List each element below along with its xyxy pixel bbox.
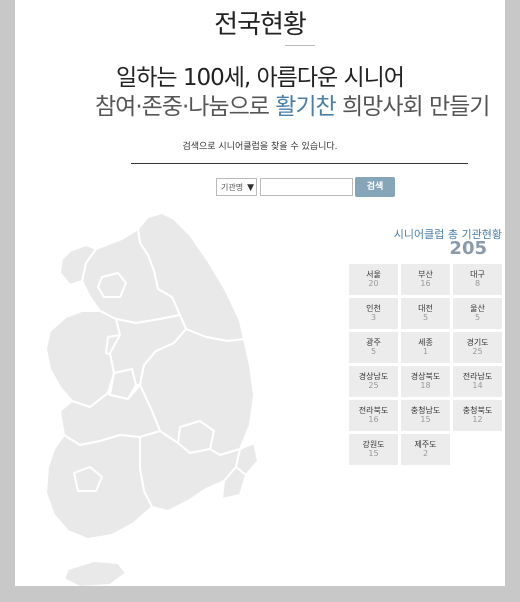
- region-count: 16: [420, 279, 431, 288]
- region-name: 제주도: [414, 440, 437, 449]
- map-jeju: [63, 560, 127, 586]
- page-title: 전국현황: [214, 10, 307, 40]
- region-cell-sejong[interactable]: 세종 1: [401, 332, 450, 363]
- region-count: 12: [472, 415, 483, 424]
- region-count: 15: [420, 415, 431, 424]
- region-name: 부산: [418, 270, 433, 279]
- region-cell-jeju[interactable]: 제주도 2: [401, 434, 450, 465]
- region-name: 서울: [366, 270, 381, 279]
- region-cell-seoul[interactable]: 서울 20: [349, 264, 398, 295]
- region-name: 강원도: [362, 440, 385, 449]
- region-name: 전라북도: [358, 406, 389, 415]
- title-divider: [285, 45, 315, 46]
- region-cell-daejeon[interactable]: 대전 5: [401, 298, 450, 329]
- region-name: 충청남도: [410, 406, 441, 415]
- region-name: 대구: [470, 270, 485, 279]
- region-cell-gyeonggi[interactable]: 경기도 25: [453, 332, 502, 363]
- region-count: 1: [422, 347, 429, 356]
- search-button[interactable]: 검색: [355, 177, 395, 197]
- region-cell-ulsan[interactable]: 울산 5: [453, 298, 502, 329]
- region-cell-gwangju[interactable]: 광주 5: [349, 332, 398, 363]
- region-count: 8: [474, 279, 481, 288]
- region-cell-gyeongnam[interactable]: 경상남도 25: [349, 366, 398, 397]
- dropdown-arrow-icon: ▼: [247, 183, 254, 193]
- search-type-select[interactable]: 기관명 ▼: [216, 178, 257, 196]
- region-cell-jeonbuk[interactable]: 전라북도 16: [349, 400, 398, 431]
- region-count: 5: [370, 347, 377, 356]
- region-cell-busan[interactable]: 부산 16: [401, 264, 450, 295]
- region-cell-daegu[interactable]: 대구 8: [453, 264, 502, 295]
- region-name: 경상북도: [410, 372, 441, 381]
- main-panel: 전국현황 일하는 100세, 아름다운 시니어 참여·존중·나눔으로 활기찬 희…: [15, 0, 505, 586]
- search-divider: [131, 163, 468, 164]
- slogan-line-2-part3: 희망사회 만들기: [342, 94, 490, 120]
- region-name: 경상남도: [358, 372, 389, 381]
- region-cell-jeonnam[interactable]: 전라남도 14: [453, 366, 502, 397]
- region-count: 5: [474, 313, 481, 322]
- region-cell-chungnam[interactable]: 충청남도 15: [401, 400, 450, 431]
- region-count: 2: [422, 449, 429, 458]
- region-cell-gyeongbuk[interactable]: 경상북도 18: [401, 366, 450, 397]
- region-name: 광주: [366, 338, 381, 347]
- map-jeonnam: [45, 434, 153, 540]
- region-count: 15: [368, 449, 379, 458]
- slogan-line-2: 참여·존중·나눔으로 활기찬 희망사회 만들기: [95, 87, 490, 121]
- region-count: 5: [422, 313, 429, 322]
- region-count: 18: [420, 381, 431, 390]
- region-name: 대전: [418, 304, 433, 313]
- region-name: 경기도: [466, 338, 489, 347]
- region-count: 16: [368, 415, 379, 424]
- region-count: 14: [472, 381, 483, 390]
- region-count: 20: [368, 279, 379, 288]
- region-cell-chungbuk[interactable]: 충청북도 12: [453, 400, 502, 431]
- korea-map[interactable]: [40, 205, 350, 586]
- map-seoul: [97, 272, 127, 298]
- search-input[interactable]: [260, 178, 353, 196]
- region-cell-incheon[interactable]: 인천 3: [349, 298, 398, 329]
- region-cell-gangwon[interactable]: 강원도 15: [349, 434, 398, 465]
- region-count: 3: [370, 313, 377, 322]
- slogan-line-2-accent: 활기찬: [275, 94, 336, 120]
- region-name: 울산: [470, 304, 485, 313]
- region-name: 충청북도: [462, 406, 493, 415]
- search-type-selected: 기관명: [221, 183, 244, 192]
- slogan-line-2-part1: 참여·존중·나눔으로: [95, 94, 270, 120]
- region-name: 인천: [366, 304, 381, 313]
- search-hint: 검색으로 시니어클럽을 찾을 수 있습니다.: [182, 142, 338, 152]
- region-count: 25: [472, 347, 483, 356]
- total-count: 205: [449, 238, 487, 259]
- region-name: 세종: [418, 338, 433, 347]
- region-count: 25: [368, 381, 379, 390]
- region-name: 전라남도: [462, 372, 493, 381]
